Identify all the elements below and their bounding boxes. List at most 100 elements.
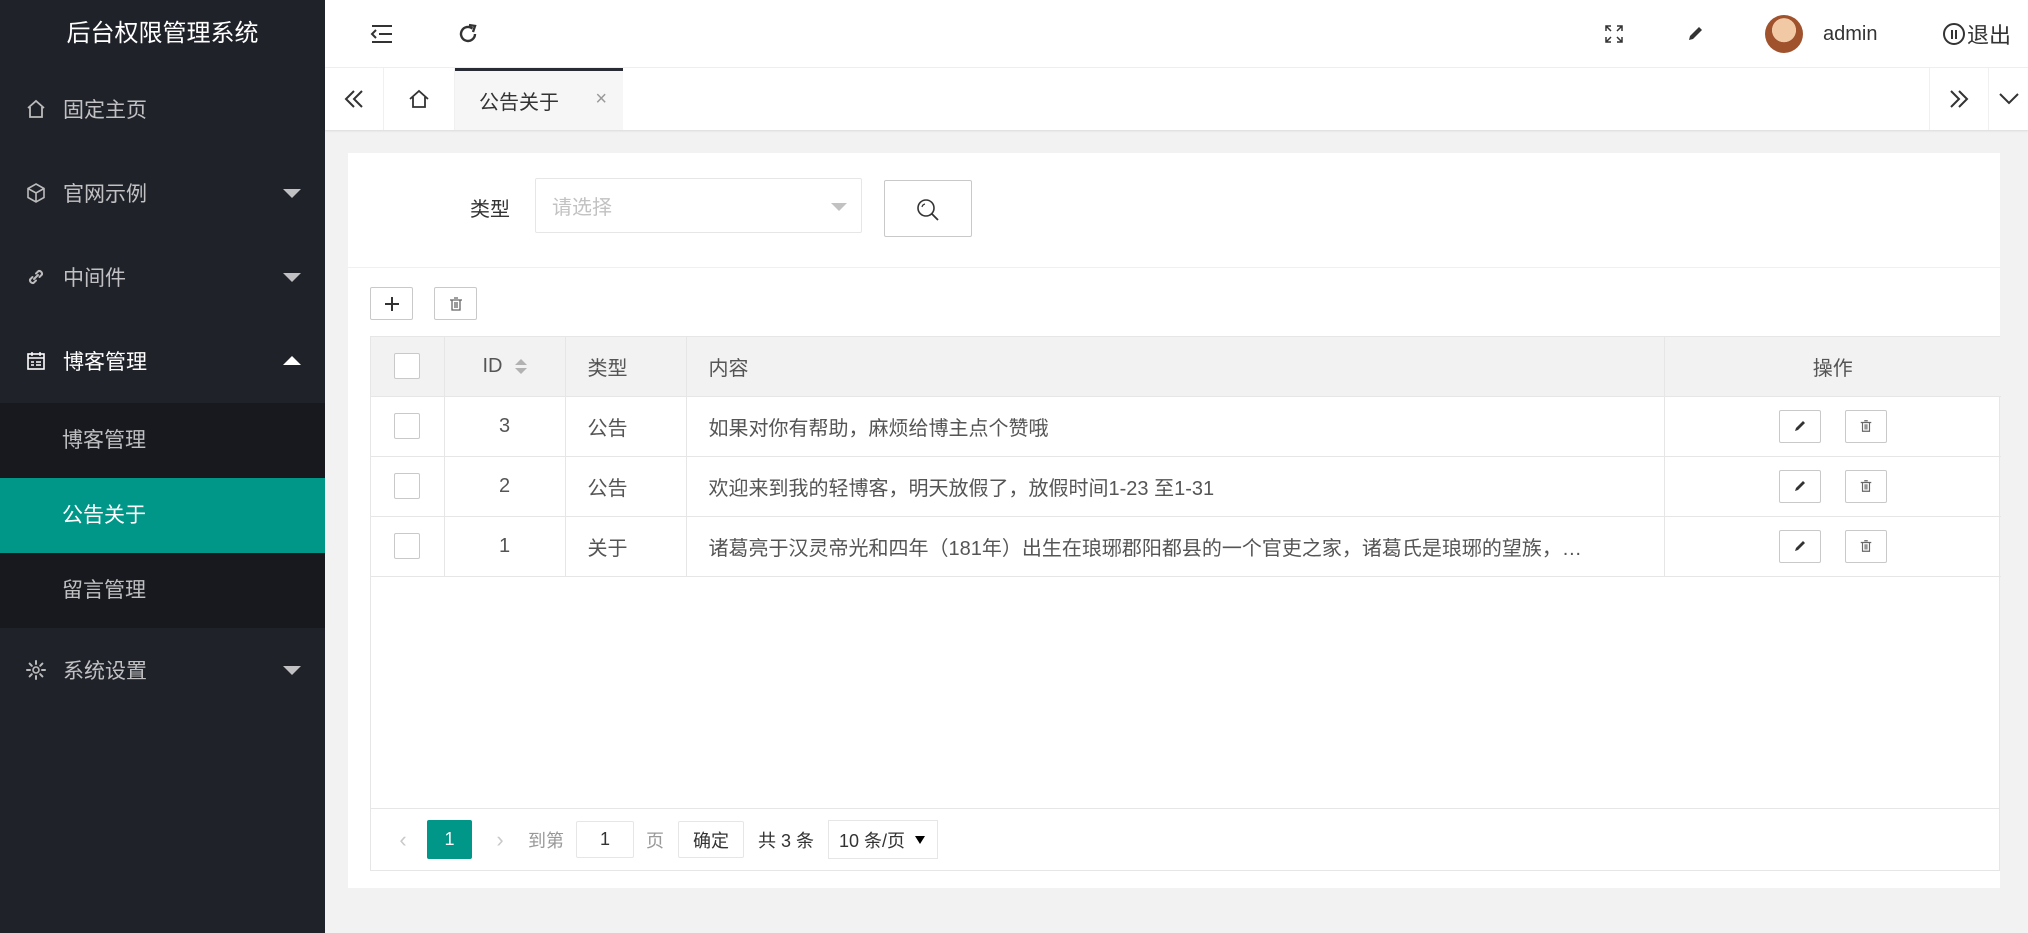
sidebar-submenu: 博客管理 公告关于 留言管理	[0, 403, 325, 628]
table-header-row: ID 类型 内容 操作	[371, 337, 2001, 397]
column-header-actions: 操作	[1664, 337, 2001, 397]
sidebar-item-blog-management[interactable]: 博客管理	[0, 319, 325, 403]
pencil-icon	[1794, 421, 1805, 431]
caret-up-icon	[283, 356, 301, 365]
type-filter-label: 类型	[470, 199, 510, 221]
tabs-scroll-left-icon[interactable]	[325, 68, 384, 130]
search-button[interactable]	[884, 180, 972, 237]
refresh-icon[interactable]	[451, 0, 485, 68]
goto-confirm-button[interactable]: 确定	[678, 821, 744, 858]
row-checkbox[interactable]	[394, 413, 421, 439]
tab-announcement-about[interactable]: 公告关于 ×	[455, 68, 623, 130]
next-page-icon[interactable]: ›	[486, 827, 514, 853]
edit-row-button[interactable]	[1778, 409, 1821, 443]
tab-bar: 公告关于 ×	[325, 68, 2028, 130]
row-content: 欢迎来到我的轻博客，明天放假了，放假时间1-23 至1-31	[686, 456, 1665, 517]
search-form: 类型 请选择	[348, 153, 2000, 268]
plus-icon	[384, 296, 399, 311]
content-card: 类型 请选择 ID 类型 内容 操作 3 公告 如果对你有帮助，麻烦给博主点个赞…	[348, 153, 2001, 888]
tab-home-icon[interactable]	[384, 68, 455, 130]
row-type: 关于	[565, 516, 687, 577]
column-header-type: 类型	[565, 337, 687, 397]
row-id: 1	[444, 516, 566, 577]
close-icon[interactable]: ×	[595, 88, 607, 111]
row-checkbox[interactable]	[394, 473, 421, 499]
table-row: 1 关于 诸葛亮于汉灵帝光和四年（181年）出生在琅琊郡阳都县的一个官吏之家，诸…	[371, 516, 2001, 577]
sidebar-item-label: 博客管理	[63, 351, 147, 374]
pencil-icon	[1794, 481, 1805, 491]
link-icon	[24, 265, 48, 289]
sidebar-item-home[interactable]: 固定主页	[0, 67, 325, 151]
calendar-icon	[24, 349, 48, 373]
trash-icon	[1860, 540, 1871, 552]
row-id: 2	[444, 456, 566, 517]
sidebar-item-label: 系统设置	[63, 660, 147, 683]
caret-down-icon	[283, 273, 301, 282]
current-page-button[interactable]: 1	[427, 820, 472, 859]
prev-page-icon[interactable]: ‹	[389, 827, 417, 853]
logout-button[interactable]: 退出	[1943, 0, 2011, 68]
sidebar-item-website-examples[interactable]: 官网示例	[0, 151, 325, 235]
tabs-menu-chevron-down-icon[interactable]	[1988, 68, 2028, 130]
trash-icon	[449, 296, 462, 311]
trash-icon	[1860, 480, 1871, 492]
sidebar: 后台权限管理系统 固定主页 官网示例 中间件 博客管理 博客管理 公告关于 留言…	[0, 0, 325, 933]
sidebar-subitem-message-management[interactable]: 留言管理	[0, 553, 325, 628]
page-unit-label: 页	[646, 830, 664, 851]
user-menu[interactable]: admin	[1765, 0, 1877, 68]
row-type: 公告	[565, 456, 687, 517]
caret-down-icon	[283, 666, 301, 675]
logout-label: 退出	[1967, 23, 2012, 48]
row-id: 3	[444, 396, 566, 457]
trash-icon	[1860, 420, 1871, 432]
total-count: 共 3 条	[758, 830, 815, 851]
sidebar-item-label: 官网示例	[63, 183, 147, 206]
sidebar-subitem-announcement-about[interactable]: 公告关于	[0, 478, 325, 553]
collapse-menu-icon[interactable]	[365, 0, 399, 68]
edit-pen-icon[interactable]	[1678, 0, 1712, 68]
select-all-cell	[371, 337, 445, 397]
row-type: 公告	[565, 396, 687, 457]
tabs-scroll-right-icon[interactable]	[1929, 68, 1988, 130]
page-size-select[interactable]: 10 条/页	[828, 820, 939, 859]
power-icon	[1943, 23, 1965, 45]
search-icon	[917, 198, 939, 221]
data-table: ID 类型 内容 操作 3 公告 如果对你有帮助，麻烦给博主点个赞哦 2 公告 …	[370, 336, 2001, 871]
delete-row-button[interactable]	[1844, 529, 1887, 563]
table-row: 2 公告 欢迎来到我的轻博客，明天放假了，放假时间1-23 至1-31	[371, 456, 2001, 517]
fullscreen-icon[interactable]	[1597, 0, 1631, 68]
batch-delete-button[interactable]	[434, 287, 477, 320]
tab-label: 公告关于	[479, 92, 559, 114]
sidebar-subitem-blog-management[interactable]: 博客管理	[0, 403, 325, 478]
username: admin	[1823, 22, 1878, 45]
type-select-placeholder: 请选择	[552, 197, 612, 219]
sort-icon[interactable]	[514, 358, 527, 374]
top-header: admin 退出	[325, 0, 2028, 68]
delete-row-button[interactable]	[1844, 469, 1887, 503]
row-checkbox[interactable]	[394, 533, 421, 559]
column-header-content: 内容	[686, 337, 1665, 397]
table-row: 3 公告 如果对你有帮助，麻烦给博主点个赞哦	[371, 396, 2001, 457]
cube-icon	[24, 181, 48, 205]
sidebar-item-label: 中间件	[63, 267, 126, 290]
edit-row-button[interactable]	[1778, 469, 1821, 503]
select-all-checkbox[interactable]	[394, 353, 421, 380]
sidebar-item-label: 固定主页	[63, 99, 147, 122]
pencil-icon	[1794, 541, 1805, 551]
home-icon	[24, 97, 48, 121]
add-button[interactable]	[370, 287, 413, 320]
edit-row-button[interactable]	[1778, 529, 1821, 563]
gear-icon	[24, 658, 48, 682]
caret-down-icon	[283, 189, 301, 198]
sidebar-item-system-settings[interactable]: 系统设置	[0, 628, 325, 712]
goto-page-input[interactable]	[576, 821, 634, 858]
caret-down-icon	[915, 835, 926, 844]
type-select[interactable]: 请选择	[535, 178, 862, 233]
delete-row-button[interactable]	[1844, 409, 1887, 443]
pagination: ‹ 1 › 到第 页 确定 共 3 条 10 条/页	[371, 808, 1999, 870]
row-content: 如果对你有帮助，麻烦给博主点个赞哦	[686, 396, 1665, 457]
sidebar-item-middleware[interactable]: 中间件	[0, 235, 325, 319]
column-header-id[interactable]: ID	[444, 337, 566, 397]
row-content: 诸葛亮于汉灵帝光和四年（181年）出生在琅琊郡阳都县的一个官吏之家，诸葛氏是琅琊…	[686, 516, 1665, 577]
goto-label: 到第	[528, 830, 564, 851]
